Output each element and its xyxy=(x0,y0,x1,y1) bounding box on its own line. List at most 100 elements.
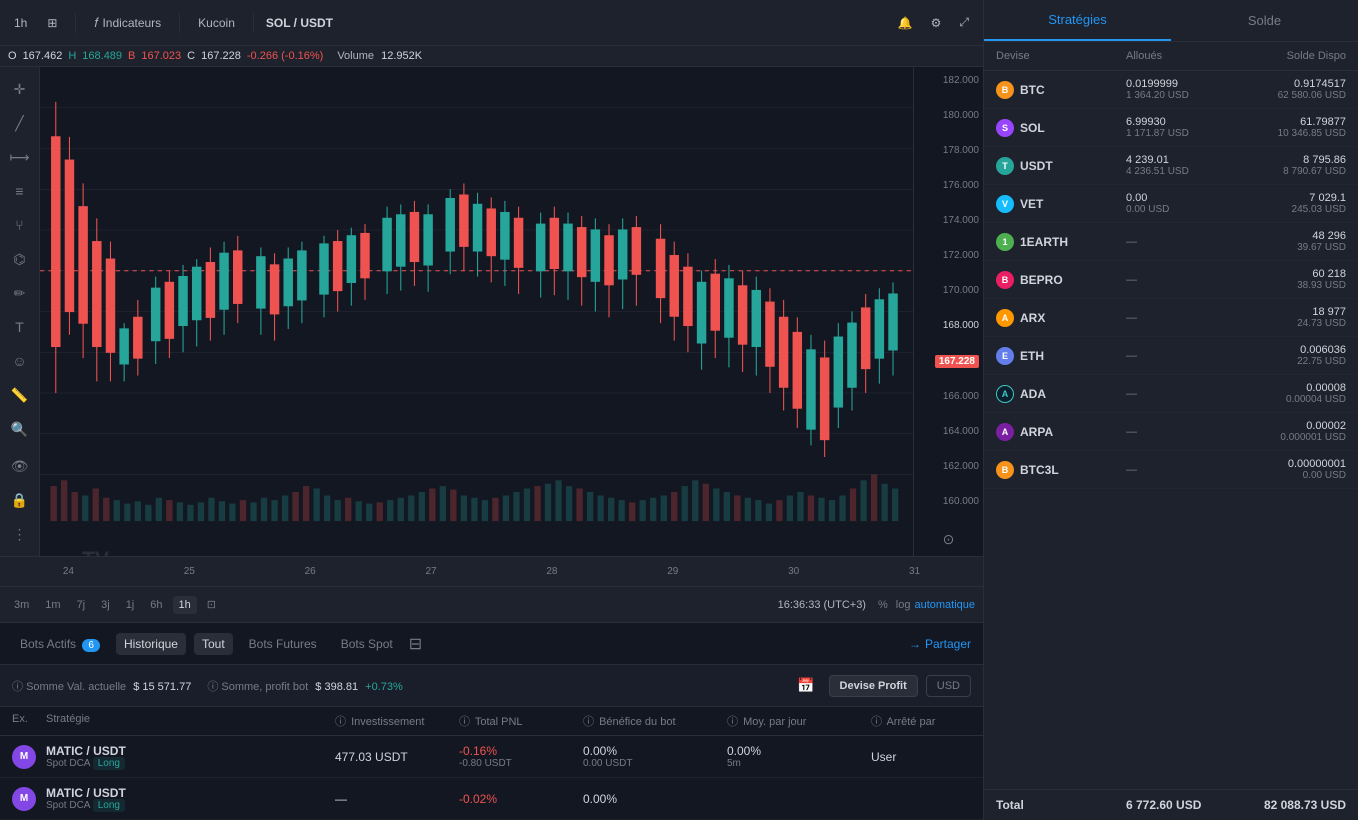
info-icon-inv: ⓘ xyxy=(335,716,346,728)
clock-icon[interactable]: ⊙ xyxy=(918,531,979,548)
chart-wrapper: ✛ ╱ ⟼ ≡ ⑂ ⌬ ✏ T ☺ 📏 🔍 👁 🔒 ⋮ xyxy=(0,67,983,556)
segment-tool[interactable]: ⟼ xyxy=(6,143,34,171)
info-icon-moy: ⓘ xyxy=(727,716,738,728)
tf-3m-btn[interactable]: 3m xyxy=(8,596,35,614)
time-label-25: 25 xyxy=(184,566,195,577)
pnl-val-1: -0.16% xyxy=(459,744,579,758)
investissement-cell-2: — xyxy=(335,792,455,806)
btc3l-alloc: — xyxy=(1126,464,1226,476)
profit-item: ⓘ Somme, profit bot $ 398.81 +0.73% xyxy=(207,678,402,694)
coin-sol: S SOL xyxy=(996,119,1126,137)
text-tool[interactable]: T xyxy=(6,313,34,341)
balance-row-bepro: B BEPRO — 60 218 38.93 USD xyxy=(984,261,1358,299)
high-label: H xyxy=(68,50,76,62)
bots-actifs-tab[interactable]: Bots Actifs 6 xyxy=(12,633,108,655)
arx-dispo: 18 977 24.73 USD xyxy=(1226,306,1346,329)
btc3l-dot: B xyxy=(996,461,1014,479)
futures-tab[interactable]: Bots Futures xyxy=(241,633,325,655)
coin-usdt: T USDT xyxy=(996,157,1126,175)
col-arrete: ⓘ Arrêté par xyxy=(871,713,971,729)
lock-tool[interactable]: 🔒 xyxy=(6,486,34,514)
exchange-btn[interactable]: Kucoin xyxy=(192,12,241,34)
filter-btn[interactable]: ⊟ xyxy=(409,634,422,654)
usdt-dispo: 8 795.86 8 790.67 USD xyxy=(1226,154,1346,177)
partager-btn[interactable]: → Partager xyxy=(909,637,971,651)
open-label: O xyxy=(8,50,17,62)
emoji-tool[interactable]: ☺ xyxy=(6,347,34,375)
coin-eth: E ETH xyxy=(996,347,1126,365)
coin-vet: V VET xyxy=(996,195,1126,213)
total-alloc: 6 772.60 USD xyxy=(1126,798,1226,812)
volume-info: Volume 12.952K xyxy=(337,50,422,62)
balance-list: B BTC 0.0199999 1 364.20 USD 0.9174517 6… xyxy=(984,71,1358,789)
historique-tab[interactable]: Historique xyxy=(116,633,186,655)
crosshair-tool[interactable]: ✛ xyxy=(6,75,34,103)
compare-btn[interactable]: ⊡ xyxy=(201,595,222,614)
strategies-tab-btn[interactable]: Stratégies xyxy=(984,0,1171,41)
price-level-174: 174.000 xyxy=(918,215,979,226)
info-icon-2: ⓘ xyxy=(207,681,218,693)
usd-btn[interactable]: USD xyxy=(926,675,971,697)
header-alloues: Alloués xyxy=(1126,50,1226,62)
tf-3j-btn[interactable]: 3j xyxy=(95,596,116,614)
stats-right: 📅 Devise Profit USD xyxy=(791,673,971,698)
zoom-tool[interactable]: 🔍 xyxy=(6,415,34,443)
arx-alloc: — xyxy=(1126,312,1226,324)
chart-canvas[interactable]: TV xyxy=(40,67,913,556)
more-tools[interactable]: ⋮ xyxy=(6,520,34,548)
balance-row-sol: S SOL 6.99930 1 171.87 USD 61.79877 10 3… xyxy=(984,109,1358,147)
tf-1j-btn[interactable]: 1j xyxy=(120,596,141,614)
ben-val-1: 0.00% xyxy=(583,744,723,758)
solde-tab-btn[interactable]: Solde xyxy=(1171,0,1358,41)
price-level-166: 166.000 xyxy=(918,391,979,402)
profit-val: $ 398.81 xyxy=(315,681,358,693)
multi-chart-btn[interactable]: ⊞ xyxy=(41,12,63,34)
time-labels-container: 24 25 26 27 28 29 30 31 xyxy=(8,566,975,577)
pattern-tool[interactable]: ⌬ xyxy=(6,245,34,273)
coin-ada: A ADA xyxy=(996,385,1126,403)
vet-dispo: 7 029.1 245.03 USD xyxy=(1226,192,1346,215)
spot-tab[interactable]: Bots Spot xyxy=(333,633,401,655)
sol-dot: S xyxy=(996,119,1014,137)
calendar-btn[interactable]: 📅 xyxy=(791,673,820,698)
bottom-toolbar: 3m 1m 7j 3j 1j 6h 1h ⊡ 16:36:33 (UTC+3) … xyxy=(0,586,983,622)
info-icon-1: ⓘ xyxy=(12,681,23,693)
multi-chart-icon: ⊞ xyxy=(47,16,57,30)
price-level-176: 176.000 xyxy=(918,180,979,191)
usdt-dot: T xyxy=(996,157,1014,175)
timeframe-1h-btn[interactable]: 1h xyxy=(8,12,33,34)
1earth-dot: 1 xyxy=(996,233,1014,251)
chart-settings-btn[interactable]: ⚙ xyxy=(925,11,948,34)
tf-6h-btn[interactable]: 6h xyxy=(144,596,168,614)
vet-alloc: 0.00 0.00 USD xyxy=(1126,192,1226,215)
indicators-btn[interactable]: 𝑓 Indicateurs xyxy=(88,11,167,35)
fullscreen-btn[interactable]: ⤢ xyxy=(953,11,975,34)
col-ex: Ex. xyxy=(12,713,42,729)
devise-profit-btn[interactable]: Devise Profit xyxy=(829,675,918,697)
balance-row-btc: B BTC 0.0199999 1 364.20 USD 0.9174517 6… xyxy=(984,71,1358,109)
tf-7j-btn[interactable]: 7j xyxy=(71,596,92,614)
strategy-type-2: Spot DCA Long xyxy=(46,800,331,811)
coin-btc3l: B BTC3L xyxy=(996,461,1126,479)
channel-tool[interactable]: ≡ xyxy=(6,177,34,205)
fork-tool[interactable]: ⑂ xyxy=(6,211,34,239)
arpa-alloc: — xyxy=(1126,426,1226,438)
candlestick-chart: TV xyxy=(40,67,913,556)
tout-tab[interactable]: Tout xyxy=(194,633,233,655)
pair-name-1: MATIC / USDT xyxy=(46,744,331,758)
measure-tool[interactable]: 👁 xyxy=(6,452,34,480)
coin-arpa: A ARPA xyxy=(996,423,1126,441)
time-label-30: 30 xyxy=(788,566,799,577)
line-tool[interactable]: ╱ xyxy=(6,109,34,137)
tf-1m-btn[interactable]: 1m xyxy=(39,596,66,614)
close-val: 167.228 xyxy=(201,50,241,62)
ruler-tool[interactable]: 📏 xyxy=(6,381,34,409)
auto-btn[interactable]: automatique xyxy=(914,599,975,611)
toolbar-divider-2 xyxy=(179,13,180,33)
pnl-cell-2: -0.02% xyxy=(459,792,579,806)
info-icon-pnl: ⓘ xyxy=(459,716,470,728)
tf-1h-btn[interactable]: 1h xyxy=(173,596,197,614)
benefice-cell-2: 0.00% xyxy=(583,792,723,806)
alert-btn[interactable]: 🔔 xyxy=(892,11,919,34)
brush-tool[interactable]: ✏ xyxy=(6,279,34,307)
